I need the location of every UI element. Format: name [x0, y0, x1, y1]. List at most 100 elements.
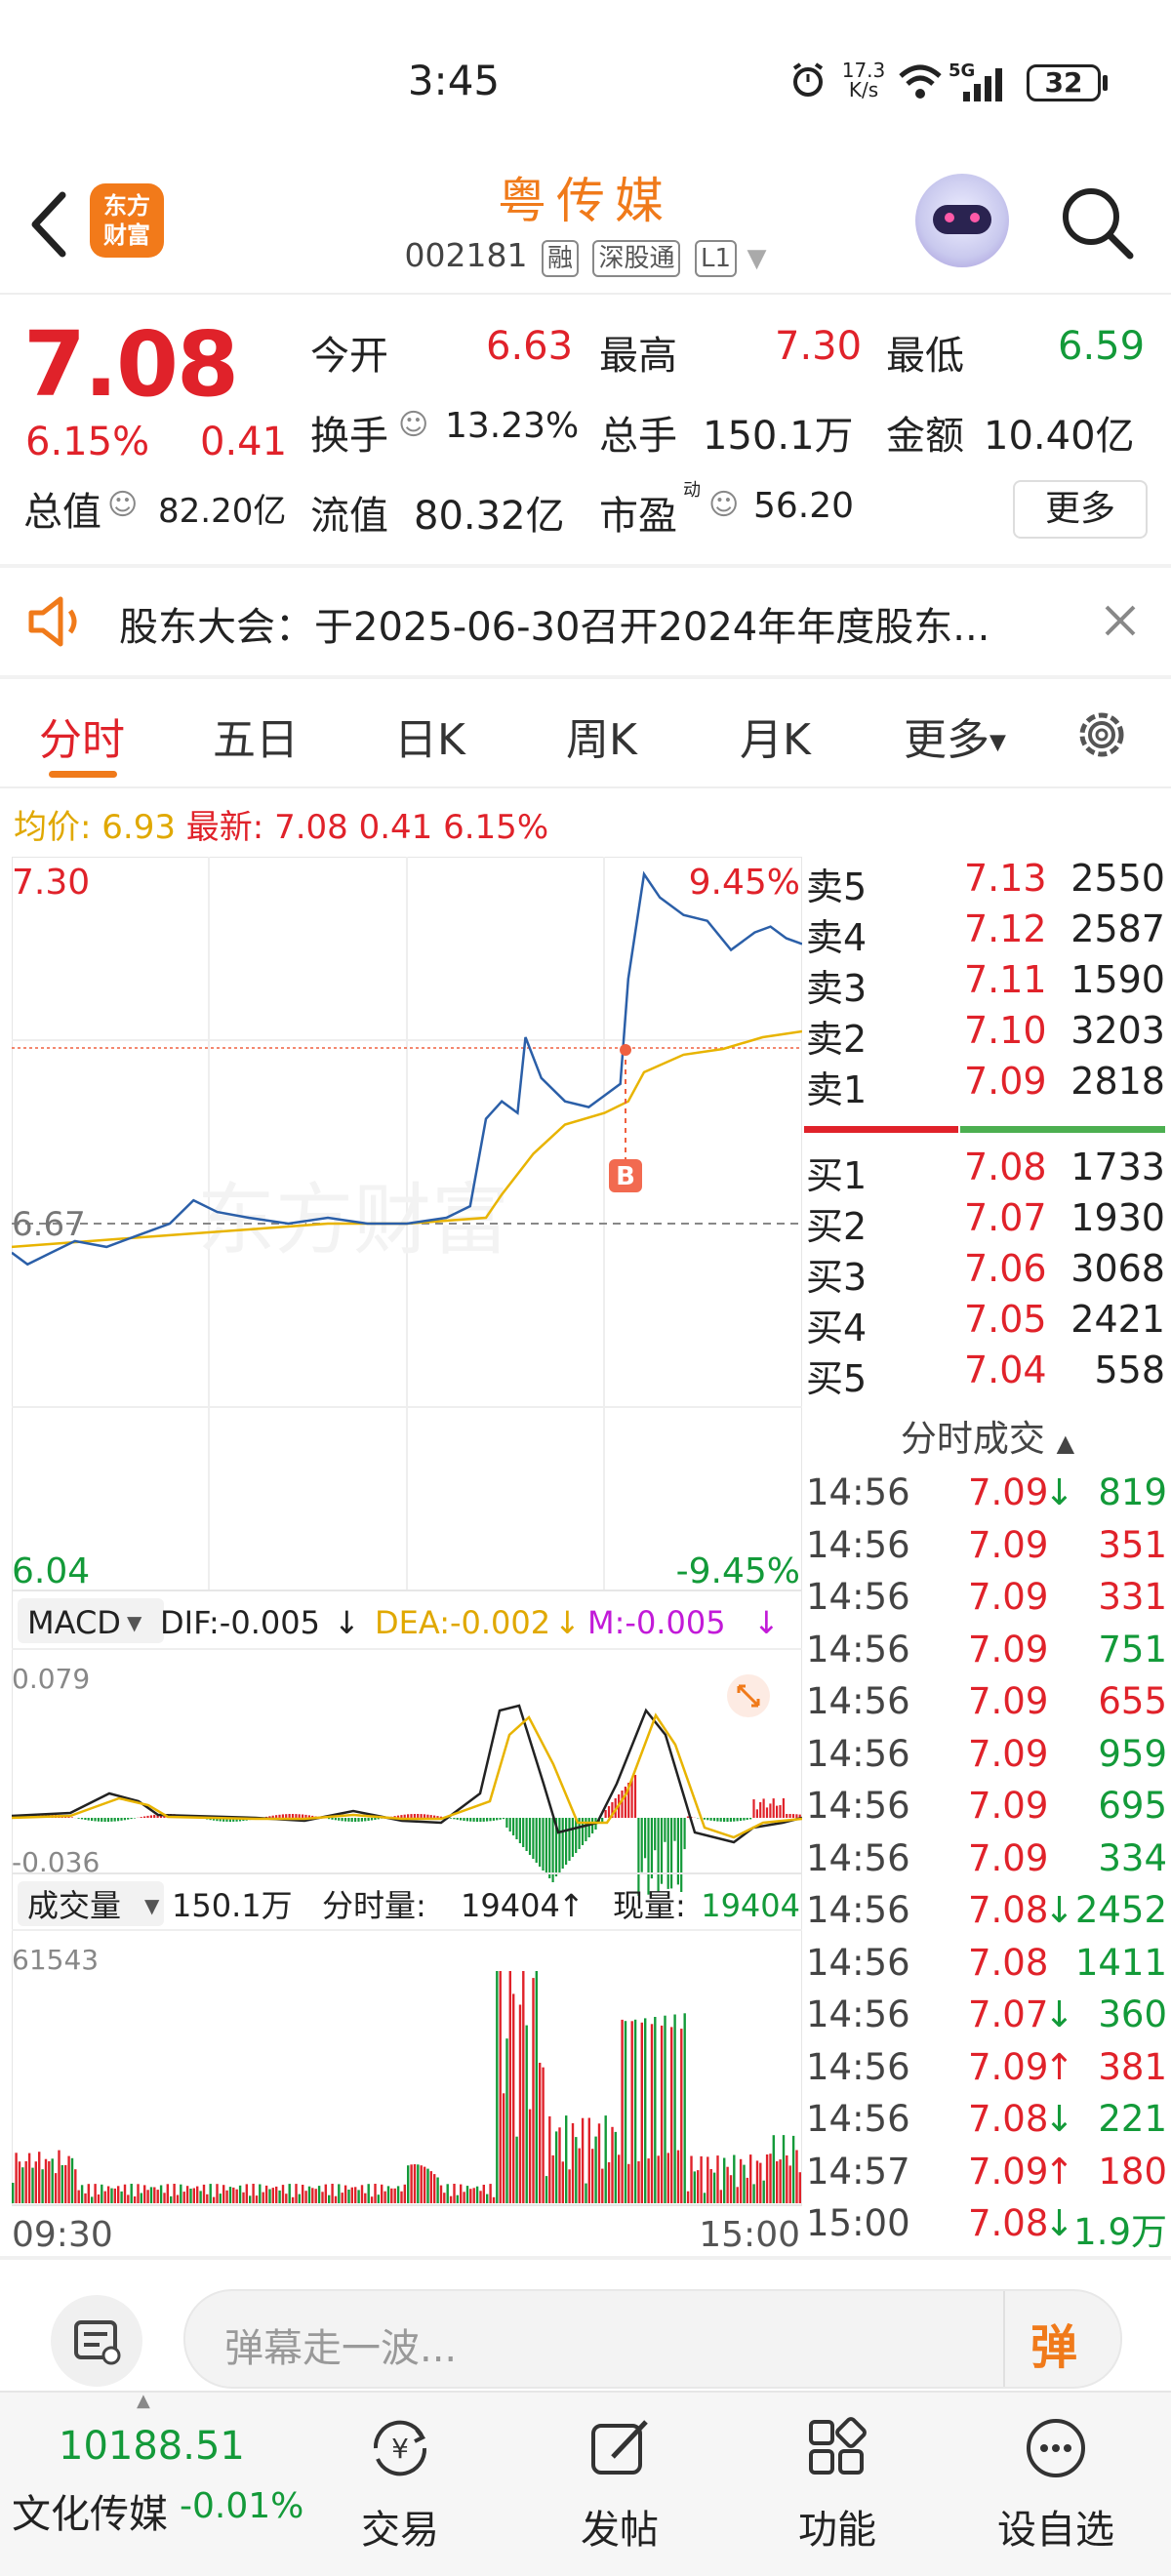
info-icon[interactable]: ☺: [708, 488, 739, 522]
nav-function[interactable]: 功能: [749, 2393, 925, 2576]
tab-more[interactable]: 更多▼: [904, 704, 1006, 767]
amount-label: 金额: [886, 414, 964, 459]
mktcap-label: 总值: [23, 490, 101, 535]
time-start: 09:30: [12, 2215, 113, 2252]
tab-5day[interactable]: 五日: [213, 704, 299, 767]
volume-bar: [262, 2192, 264, 2203]
volume-bar: [496, 1971, 499, 2203]
close-icon[interactable]: [1101, 601, 1140, 640]
volume-selector[interactable]: 成交量: [27, 1887, 121, 1924]
bid-row[interactable]: 买2 7.07 1930: [804, 1196, 1171, 1248]
macd-bar: [736, 1818, 739, 1822]
time-end: 15:00: [699, 2215, 800, 2252]
volume-bar: [130, 2184, 133, 2203]
volume-bar: [91, 2196, 94, 2203]
tab-intraday[interactable]: 分时: [39, 704, 125, 767]
macd-bar: [285, 1814, 288, 1818]
trade-marker-text: B: [616, 1162, 635, 1191]
notice-bar[interactable]: 股东大会：于2025-06-30召开2024年年度股东...: [0, 568, 1171, 675]
ask-row[interactable]: 卖5 7.13 2550: [804, 857, 1171, 908]
arrow-down-icon: ↓: [554, 1604, 581, 1641]
bid-row[interactable]: 买3 7.06 3068: [804, 1247, 1171, 1299]
ticks-title[interactable]: 分时成交 ▲: [804, 1409, 1171, 1468]
volume-bar: [189, 2189, 192, 2203]
volume-bar: [15, 2153, 18, 2203]
macd-bar: [515, 1818, 518, 1839]
volume-bar: [341, 2193, 343, 2203]
more-button[interactable]: 更多: [1013, 480, 1148, 539]
intraday-chart[interactable]: 东方财富 B 7.30 9.45% 6.67 6.04 -9.45% MACD …: [11, 856, 803, 2255]
ask-label: 卖5: [806, 865, 868, 908]
bid-row[interactable]: 买4 7.05 2421: [804, 1298, 1171, 1349]
volume-bar: [381, 2184, 384, 2203]
danmu-send-button[interactable]: 弹: [1030, 2309, 1077, 2377]
index-value[interactable]: 10188.51: [59, 2424, 245, 2469]
tick-time: 14:56: [806, 1628, 910, 1670]
ask-row[interactable]: 卖1 7.09 2818: [804, 1060, 1171, 1111]
macd-bar: [558, 1818, 561, 1872]
macd-bar: [591, 1818, 594, 1833]
macd-bar: [683, 1818, 686, 1850]
pe-value: 56.20: [753, 486, 855, 526]
volume-bar: [354, 2187, 357, 2203]
nav-add-watchlist-label: 设自选: [997, 2508, 1114, 2553]
tab-monthly-k[interactable]: 月K: [740, 704, 811, 767]
volume-bar: [307, 2186, 311, 2203]
tick-time: 14:56: [806, 1941, 910, 1984]
tab-weekly-k[interactable]: 周K: [566, 704, 637, 767]
ask-row[interactable]: 卖2 7.10 3203: [804, 1009, 1171, 1061]
info-icon[interactable]: ☺: [107, 488, 138, 522]
macd-bar: [650, 1818, 653, 1879]
volume-bar: [259, 2184, 262, 2203]
volume-bar: [235, 2189, 238, 2203]
volume-bar: [472, 2188, 475, 2203]
volume-bar: [321, 2192, 324, 2203]
macd-bar: [657, 1818, 660, 1893]
macd-dea: DEA:-0.002: [375, 1604, 550, 1641]
volume-bar: [548, 2115, 551, 2203]
tag-margin: 融: [541, 240, 579, 277]
info-icon[interactable]: ☺: [398, 408, 428, 442]
tick-qty: 334: [1098, 1836, 1167, 1879]
macd-bar: [127, 1818, 130, 1820]
danmu-settings-icon[interactable]: [51, 2295, 142, 2387]
macd-bar: [482, 1818, 485, 1822]
volume-bar: [644, 2018, 647, 2203]
volume-bar: [377, 2194, 380, 2203]
volume-bar: [627, 2163, 630, 2203]
net-speed: 17.3 K/s: [839, 60, 888, 100]
robot-avatar-icon[interactable]: [915, 174, 1009, 267]
volume-bar: [278, 2190, 281, 2203]
high-label: 最高: [599, 334, 677, 379]
macd-bar: [723, 1818, 726, 1822]
grid-icon: [809, 2417, 867, 2475]
macd-selector[interactable]: MACD: [27, 1604, 121, 1641]
volume-bar: [127, 2194, 130, 2203]
ask-row[interactable]: 卖4 7.12 2587: [804, 907, 1171, 959]
volume-bar: [133, 2196, 137, 2203]
macd-dif: DIF:-0.005: [160, 1604, 320, 1641]
search-icon[interactable]: [1058, 183, 1136, 262]
ask-row[interactable]: 卖3 7.11 1590: [804, 958, 1171, 1010]
tick-qty: 351: [1098, 1523, 1167, 1566]
volume-bar: [426, 2168, 429, 2203]
bid-row[interactable]: 买5 7.04 558: [804, 1348, 1171, 1400]
volume-bar: [465, 2186, 469, 2203]
nav-post[interactable]: 发帖: [532, 2393, 707, 2576]
nav-add-watchlist[interactable]: 设自选: [968, 2393, 1144, 2576]
nav-trade[interactable]: ¥ 交易: [312, 2393, 488, 2576]
volume-bar: [38, 2152, 41, 2203]
danmu-input[interactable]: 弹幕走一波... 弹: [183, 2289, 1122, 2389]
chevron-down-icon[interactable]: ▼: [747, 244, 767, 273]
index-name[interactable]: 文化传媒: [12, 2482, 168, 2539]
nav-trade-label: 交易: [361, 2508, 439, 2553]
gear-icon[interactable]: [1071, 704, 1132, 765]
nav-post-label: 发帖: [581, 2508, 659, 2553]
tab-daily-k[interactable]: 日K: [394, 704, 465, 767]
bid-qty: 1930: [1070, 1196, 1165, 1239]
volume-bar: [482, 2185, 485, 2203]
tick-row: 14:56 7.08 ↓ 221: [804, 2098, 1171, 2151]
volume-bar: [486, 2194, 489, 2203]
bid-row[interactable]: 买1 7.08 1733: [804, 1146, 1171, 1197]
bid-bar: [960, 1126, 1165, 1133]
